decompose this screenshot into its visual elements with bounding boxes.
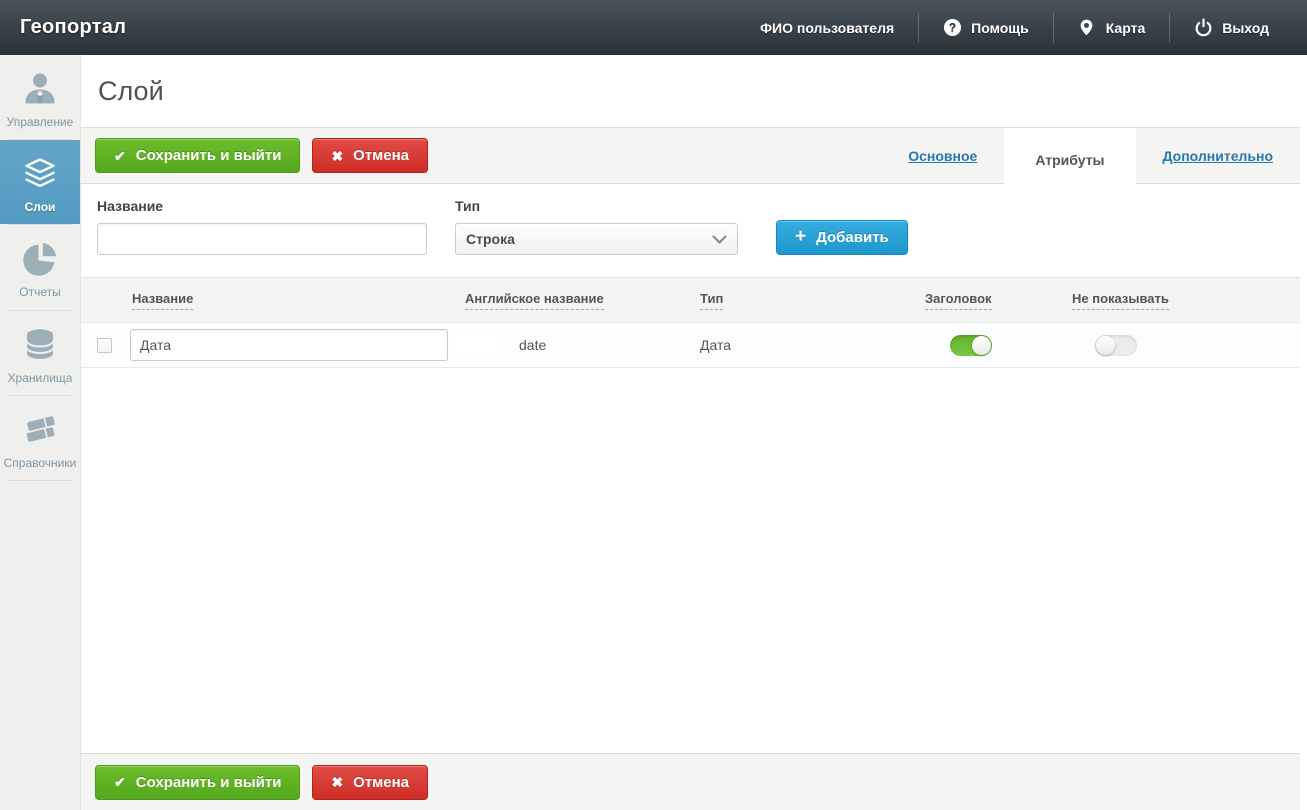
name-input[interactable]	[97, 223, 427, 255]
database-icon	[19, 324, 61, 366]
page-title: Слой	[98, 75, 164, 106]
row-name-cell	[130, 329, 450, 361]
row-hide-cell	[1047, 334, 1284, 356]
sidebar-item-layers[interactable]: Слои	[0, 140, 80, 225]
save-button-label: Сохранить и выйти	[135, 147, 282, 164]
title-toggle[interactable]	[950, 334, 992, 356]
help-button[interactable]: ? Помощь	[919, 0, 1053, 55]
app-logo: Геопортал	[20, 16, 127, 38]
name-field-group: Название	[97, 198, 427, 255]
top-toolbar: ✔ Сохранить и выйти ✖ Отмена Основное Ат…	[81, 127, 1300, 192]
sidebar-item-management[interactable]: Управление	[0, 55, 80, 139]
add-button-label: Добавить	[816, 229, 889, 246]
tab-attributes[interactable]: Атрибуты	[1004, 127, 1136, 192]
save-and-exit-button-bottom[interactable]: ✔ Сохранить и выйти	[95, 764, 301, 800]
type-field-label: Тип	[455, 198, 481, 214]
sidebar-divider	[7, 479, 73, 481]
sidebar-item-dictionaries[interactable]: Справочники	[0, 396, 80, 480]
layers-icon	[19, 153, 61, 195]
sidebar-item-label: Хранилища	[7, 370, 73, 385]
toggle-knob	[1096, 335, 1115, 355]
help-icon: ?	[943, 18, 962, 37]
tab-additional[interactable]: Дополнительно	[1163, 148, 1273, 164]
user-profile-link[interactable]: ФИО пользователя	[736, 0, 918, 55]
sidebar-item-label: Слои	[24, 200, 56, 215]
logout-button[interactable]: Выход	[1170, 0, 1293, 55]
row-type-cell: Дата	[700, 337, 732, 353]
cancel-button-label: Отмена	[353, 147, 410, 164]
check-icon: ✔	[114, 147, 126, 164]
cancel-button[interactable]: ✖ Отмена	[312, 138, 429, 173]
main-content: Слой ✔ Сохранить и выйти ✖ Отмена Основн…	[81, 55, 1300, 810]
attributes-table-header: Название Английское название Тип Заголов…	[81, 277, 1300, 323]
column-header-title: Заголовок	[907, 291, 1047, 310]
map-pin-icon	[1078, 18, 1097, 37]
sidebar-item-label: Управление	[6, 115, 74, 129]
tab-main[interactable]: Основное	[908, 148, 977, 164]
attribute-form: Название Тип Строка + Добавить	[81, 184, 1300, 277]
type-select-value: Строка	[466, 231, 515, 247]
column-header-type: Тип	[685, 291, 907, 310]
sidebar-item-storages[interactable]: Хранилища	[0, 311, 80, 395]
map-label: Карта	[1105, 19, 1146, 36]
help-label: Помощь	[971, 19, 1029, 36]
plus-icon: +	[795, 226, 807, 247]
type-select[interactable]: Строка	[455, 223, 738, 255]
save-button-label: Сохранить и выйти	[135, 773, 282, 791]
app-window: Геопортал ФИО пользователя ? Помощь Карт…	[0, 0, 1307, 810]
toggle-knob	[972, 335, 991, 355]
books-icon	[19, 409, 61, 451]
row-english-name-cell: date	[450, 334, 685, 356]
chevron-down-icon	[712, 234, 727, 244]
row-checkbox-cell	[97, 337, 130, 353]
save-and-exit-button[interactable]: ✔ Сохранить и выйти	[95, 138, 301, 173]
cancel-button-label: Отмена	[353, 773, 410, 791]
cross-icon: ✖	[331, 774, 344, 790]
column-header-name: Название	[130, 291, 450, 310]
row-english-name-value: date	[519, 337, 547, 353]
row-name-input[interactable]	[130, 329, 448, 361]
user-icon	[19, 68, 61, 110]
add-button-wrap: + Добавить	[776, 220, 908, 255]
top-header: Геопортал ФИО пользователя ? Помощь Карт…	[0, 0, 1307, 55]
sidebar-item-label: Справочники	[3, 455, 77, 470]
user-name-label: ФИО пользователя	[760, 19, 895, 36]
sidebar: Управление Слои Отчеты Хранилища Справоч…	[0, 55, 81, 810]
cross-icon: ✖	[331, 147, 344, 164]
table-row: date Дата	[81, 323, 1300, 368]
cancel-button-bottom[interactable]: ✖ Отмена	[312, 764, 429, 800]
power-icon	[1194, 18, 1213, 37]
add-attribute-button[interactable]: + Добавить	[776, 220, 908, 255]
column-header-english-name: Английское название	[450, 291, 685, 310]
title-bar: Слой	[81, 55, 1300, 127]
name-field-label: Название	[97, 198, 164, 214]
type-field-group: Тип Строка	[455, 198, 738, 255]
row-title-cell	[907, 334, 1047, 356]
sidebar-item-label: Отчеты	[19, 285, 61, 300]
sidebar-item-reports[interactable]: Отчеты	[0, 225, 80, 309]
map-button[interactable]: Карта	[1054, 0, 1170, 55]
pie-chart-icon	[19, 238, 61, 280]
tab-bar: Основное Атрибуты Дополнительно	[881, 127, 1300, 192]
column-header-hide: Не показывать	[1047, 291, 1284, 310]
header-nav: ФИО пользователя ? Помощь Карта Выход	[736, 0, 1307, 55]
logout-label: Выход	[1222, 19, 1269, 36]
row-checkbox[interactable]	[97, 337, 112, 353]
tab-attributes-label: Атрибуты	[1035, 151, 1105, 168]
bottom-toolbar: ✔ Сохранить и выйти ✖ Отмена	[81, 753, 1300, 810]
ghost-box	[455, 334, 503, 356]
svg-text:?: ?	[949, 21, 956, 35]
check-icon: ✔	[114, 774, 126, 790]
hide-toggle[interactable]	[1095, 334, 1137, 356]
